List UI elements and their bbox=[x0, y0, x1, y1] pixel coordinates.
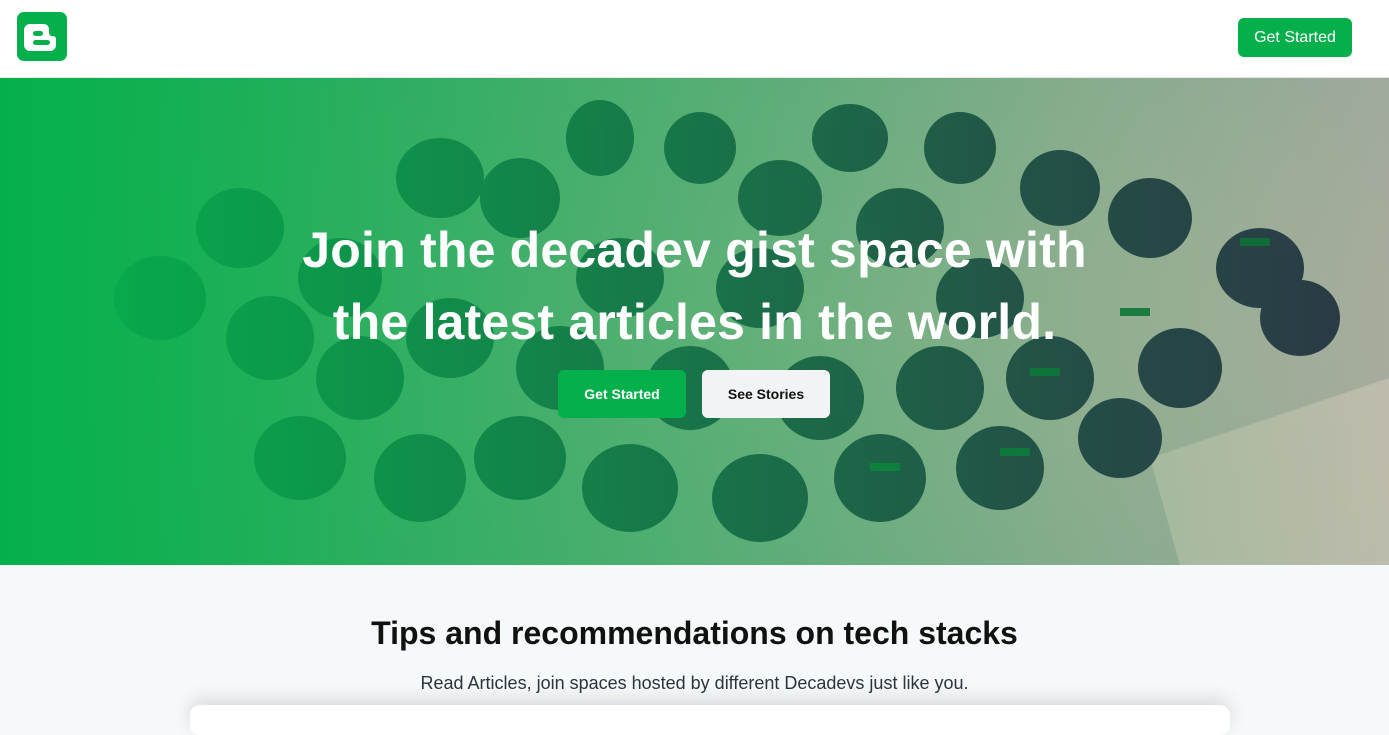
see-stories-button[interactable]: See Stories bbox=[702, 370, 830, 418]
hero-headline-line-2: the latest articles in the world. bbox=[332, 294, 1057, 350]
hero-get-started-button[interactable]: Get Started bbox=[558, 370, 686, 418]
top-navbar: Get Started bbox=[0, 0, 1389, 78]
hero-headline: Join the decadev gist space with the lat… bbox=[0, 214, 1389, 358]
hero-banner: Join the decadev gist space with the lat… bbox=[0, 78, 1389, 565]
section-subtitle: Read Articles, join spaces hosted by dif… bbox=[420, 673, 969, 693]
get-started-button[interactable]: Get Started bbox=[1238, 18, 1352, 57]
blogger-logo-icon[interactable] bbox=[17, 12, 67, 61]
tips-section: Tips and recommendations on tech stacks … bbox=[0, 565, 1389, 735]
hero-headline-line-1: Join the decadev gist space with bbox=[302, 222, 1087, 278]
section-title: Tips and recommendations on tech stacks bbox=[371, 615, 1018, 651]
